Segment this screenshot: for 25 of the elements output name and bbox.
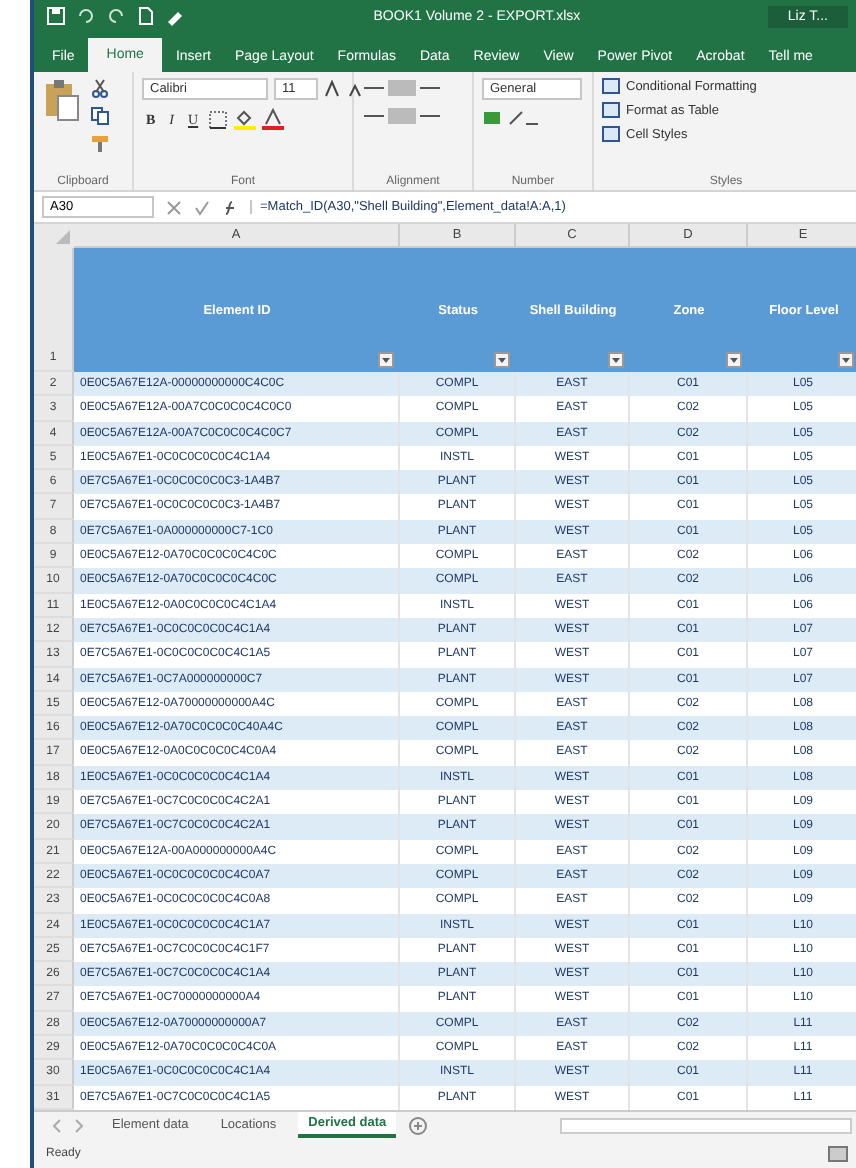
paste-icon[interactable] <box>42 78 82 126</box>
filter-dropdown-icon[interactable] <box>494 352 510 368</box>
filter-dropdown-icon[interactable] <box>378 352 394 368</box>
copy-icon[interactable] <box>90 106 110 126</box>
shrink-font-icon[interactable] <box>348 81 364 97</box>
normal-view-icon[interactable] <box>828 1145 848 1162</box>
add-sheet-icon[interactable] <box>408 1115 429 1136</box>
new-file-icon[interactable] <box>136 6 156 26</box>
filter-dropdown-icon[interactable] <box>608 352 624 368</box>
insert-function-icon[interactable] <box>222 199 238 215</box>
horizontal-scrollbar[interactable] <box>560 1117 852 1134</box>
pen-icon[interactable] <box>166 6 186 26</box>
borders-icon[interactable] <box>208 109 229 129</box>
font-color-icon[interactable] <box>262 108 285 130</box>
undo-icon[interactable] <box>76 6 96 26</box>
format-painter-icon[interactable] <box>90 134 110 154</box>
cut-icon[interactable] <box>90 78 110 98</box>
cancel-icon[interactable] <box>166 199 182 215</box>
filter-dropdown-icon[interactable] <box>726 352 742 368</box>
fill-color-icon[interactable] <box>234 108 257 130</box>
redo-icon[interactable] <box>106 6 126 26</box>
save-icon[interactable] <box>46 6 66 26</box>
filter-dropdown-icon[interactable] <box>838 352 854 368</box>
grow-font-icon[interactable] <box>324 80 342 98</box>
enter-icon[interactable] <box>194 199 210 215</box>
